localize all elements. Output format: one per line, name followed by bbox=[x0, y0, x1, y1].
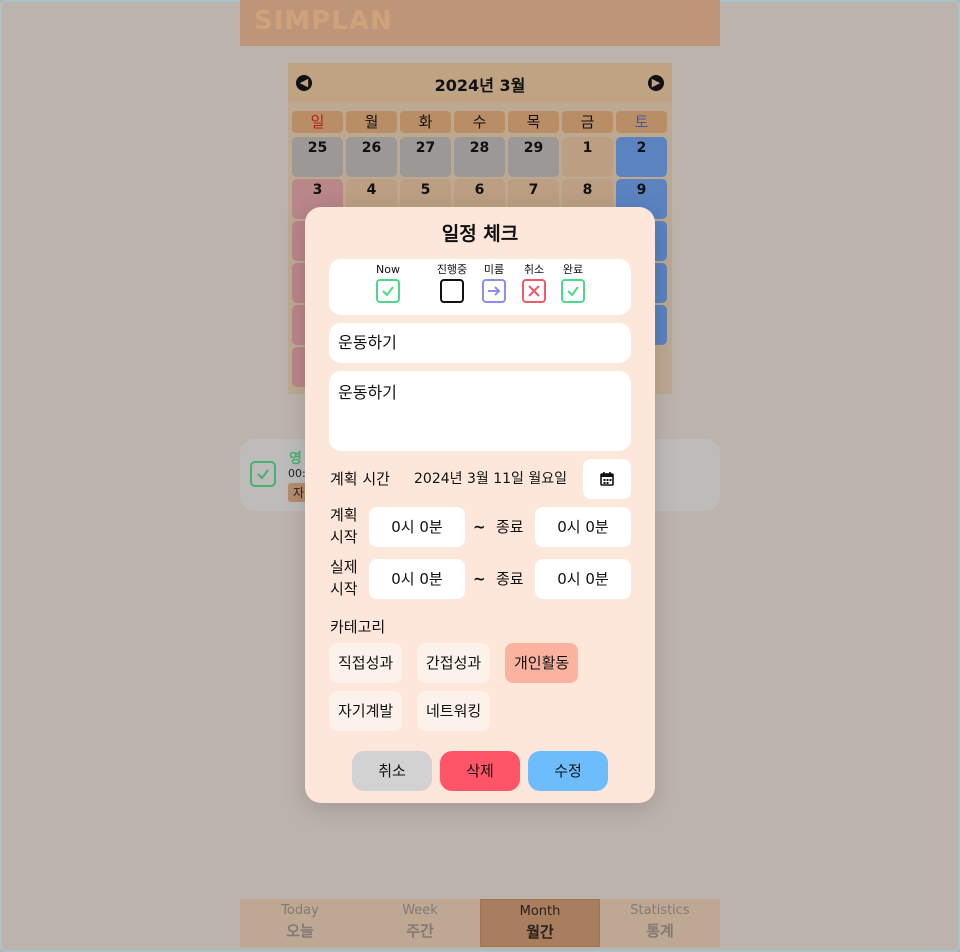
delete-button[interactable]: 삭제 bbox=[440, 751, 520, 791]
weekday-tue: 화 bbox=[400, 111, 451, 133]
cancel-button[interactable]: 취소 bbox=[352, 751, 432, 791]
weekday-mon: 월 bbox=[346, 111, 397, 133]
category-personal-activity[interactable]: 개인활동 bbox=[505, 643, 579, 683]
calendar-icon[interactable] bbox=[583, 459, 631, 499]
status-postponed[interactable]: 미룸 bbox=[472, 263, 516, 303]
plan-start-field[interactable]: 0시 0분 bbox=[369, 507, 465, 547]
plan-end-label: 종료 bbox=[496, 518, 524, 536]
category-label: 카테고리 bbox=[330, 618, 386, 636]
todo-time: 00: bbox=[288, 467, 306, 480]
weekday-fri: 금 bbox=[562, 111, 613, 133]
check-icon[interactable] bbox=[376, 279, 400, 303]
actual-start-field[interactable]: 0시 0분 bbox=[369, 559, 465, 599]
category-networking[interactable]: 네트워킹 bbox=[417, 691, 491, 731]
tab-label-en: Statistics bbox=[630, 903, 690, 918]
plan-date-value: 2024년 3월 11일 월요일 bbox=[414, 471, 567, 487]
tab-label-ko: 주간 bbox=[406, 922, 434, 940]
calendar-day[interactable]: 25 bbox=[292, 137, 343, 177]
tab-label-ko: 통계 bbox=[646, 922, 674, 940]
status-in-progress[interactable]: 진행중 bbox=[430, 263, 474, 303]
status-done[interactable]: 완료 bbox=[551, 263, 595, 303]
actual-start-label: 실제 시작 bbox=[330, 558, 358, 598]
calendar-day[interactable]: 28 bbox=[454, 137, 505, 177]
x-icon[interactable] bbox=[522, 279, 546, 303]
empty-box-icon[interactable] bbox=[440, 279, 464, 303]
calendar-day[interactable]: 1 bbox=[562, 137, 613, 177]
next-month-icon[interactable]: ▶ bbox=[648, 75, 664, 91]
tab-statistics[interactable]: Statistics 통계 bbox=[600, 899, 720, 947]
calendar-day[interactable]: 27 bbox=[400, 137, 451, 177]
plan-end-field[interactable]: 0시 0분 bbox=[535, 507, 631, 547]
tab-label-ko: 월간 bbox=[526, 923, 554, 941]
todo-title: 영 bbox=[289, 451, 302, 467]
status-label: 완료 bbox=[562, 263, 584, 276]
status-label: 미룸 bbox=[483, 263, 505, 276]
weekday-sat: 토 bbox=[616, 111, 667, 133]
tab-label-en: Today bbox=[281, 903, 319, 918]
check-icon[interactable] bbox=[250, 461, 276, 487]
status-label: 취소 bbox=[523, 263, 545, 276]
actual-end-field[interactable]: 0시 0분 bbox=[535, 559, 631, 599]
edit-button[interactable]: 수정 bbox=[528, 751, 608, 791]
actual-end-label: 종료 bbox=[496, 570, 524, 588]
status-selector: Now 진행중 미룸 취소 완료 bbox=[329, 259, 631, 315]
plan-time-label: 계획 시간 bbox=[330, 470, 390, 488]
tab-label-en: Month bbox=[519, 904, 561, 919]
range-tilde: ~ bbox=[473, 518, 486, 536]
status-label: Now bbox=[376, 263, 400, 276]
schedule-check-modal: 일정 체크 Now 진행중 미룸 취소 완료 운동하기 운동하기 계획 시간 2… bbox=[305, 207, 655, 803]
tab-label-ko: 오늘 bbox=[286, 922, 314, 940]
category-indirect-results[interactable]: 간접성과 bbox=[417, 643, 491, 683]
weekday-thu: 목 bbox=[508, 111, 559, 133]
calendar-day[interactable]: 29 bbox=[508, 137, 559, 177]
status-now[interactable]: Now bbox=[366, 263, 410, 303]
plan-start-label: 계획 시작 bbox=[330, 506, 358, 546]
tab-week[interactable]: Week 주간 bbox=[360, 899, 480, 947]
title-input[interactable]: 운동하기 bbox=[329, 323, 631, 363]
modal-title: 일정 체크 bbox=[441, 223, 519, 245]
weekday-sun: 일 bbox=[292, 111, 343, 133]
category-self-development[interactable]: 자기계발 bbox=[329, 691, 403, 731]
calendar-header: ◀ 2024년 3월 ▶ bbox=[288, 63, 672, 103]
weekday-wed: 수 bbox=[454, 111, 505, 133]
category-direct-results[interactable]: 직접성과 bbox=[329, 643, 403, 683]
calendar-day[interactable]: 2 bbox=[616, 137, 667, 177]
calendar-day[interactable]: 26 bbox=[346, 137, 397, 177]
app-header: SIMPLAN bbox=[240, 0, 720, 46]
range-tilde: ~ bbox=[473, 570, 486, 588]
app-logo: SIMPLAN bbox=[254, 6, 393, 36]
arrow-right-icon[interactable] bbox=[482, 279, 506, 303]
status-cancelled[interactable]: 취소 bbox=[512, 263, 556, 303]
calendar-title: 2024년 3월 bbox=[434, 76, 526, 95]
tab-label-en: Week bbox=[402, 903, 438, 918]
tab-today[interactable]: Today 오늘 bbox=[240, 899, 360, 947]
tab-month[interactable]: Month 월간 bbox=[480, 899, 600, 947]
bottom-tab-bar: Today 오늘 Week 주간 Month 월간 Statistics 통계 bbox=[240, 899, 720, 947]
memo-textarea[interactable]: 운동하기 bbox=[329, 371, 631, 451]
status-label: 진행중 bbox=[436, 263, 468, 276]
check-icon[interactable] bbox=[561, 279, 585, 303]
